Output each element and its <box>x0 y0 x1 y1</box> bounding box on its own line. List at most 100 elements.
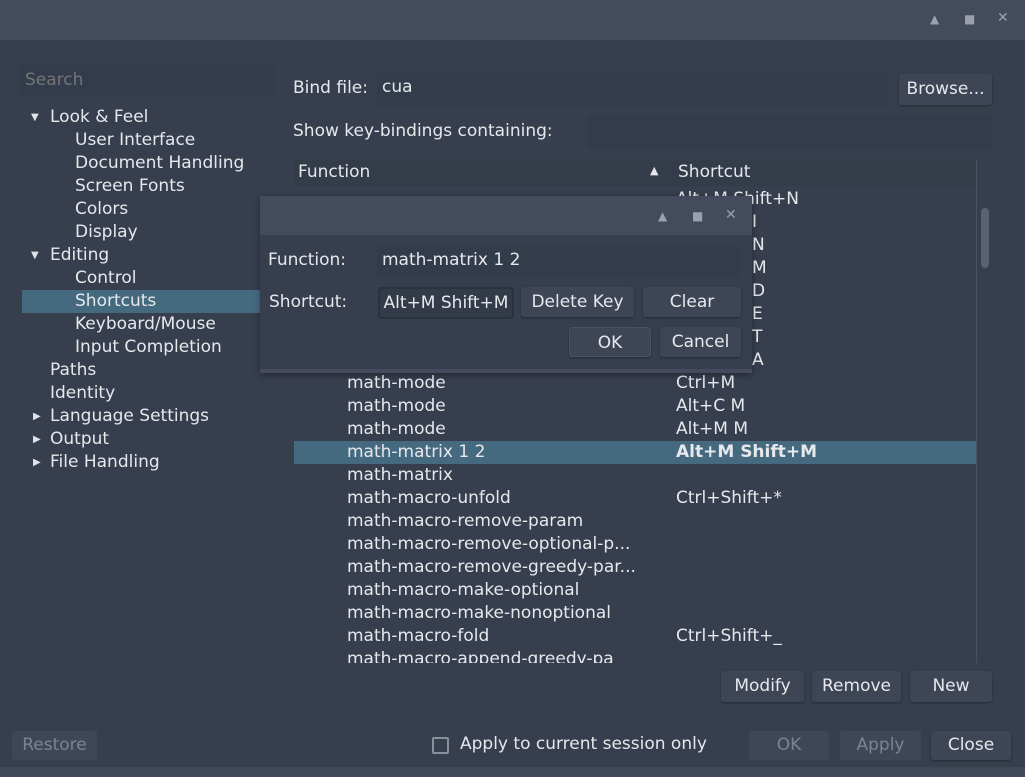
dialog-ok-button[interactable]: OK <box>569 327 651 357</box>
expand-arrow-icon[interactable]: ▼ <box>31 250 39 261</box>
status-strip <box>0 767 1025 777</box>
row-function: math-macro-append-greedy-pa <box>347 649 614 663</box>
row-shortcut: Ctrl+Shift+_ <box>676 626 782 646</box>
collapse-arrow-icon[interactable]: ▶ <box>33 411 41 422</box>
new-button[interactable]: New <box>910 671 992 702</box>
maximize-icon[interactable]: ■ <box>964 12 975 26</box>
table-row[interactable]: math-macro-remove-optional-p... <box>294 533 976 556</box>
tree-item[interactable]: Control <box>75 267 136 290</box>
dialog-maximize-icon[interactable]: ■ <box>692 209 703 223</box>
delete-key-button[interactable]: Delete Key <box>521 287 634 317</box>
table-row[interactable]: math-mode Ctrl+M <box>294 372 976 395</box>
remove-button[interactable]: Remove <box>812 671 901 702</box>
table-row[interactable]: math-mode Alt+M M <box>294 418 976 441</box>
row-shortcut: Ctrl+M <box>676 373 736 393</box>
tree-item[interactable]: Paths <box>50 359 96 382</box>
filter-label: Show key-bindings containing: <box>293 121 553 141</box>
dialog-titlebar <box>260 196 752 235</box>
close-icon[interactable]: ✕ <box>997 10 1009 26</box>
modify-button[interactable]: Modify <box>721 671 804 702</box>
row-function: math-macro-fold <box>347 626 490 646</box>
sort-ascending-icon: ▲ <box>650 164 659 177</box>
row-function: math-macro-make-nonoptional <box>347 603 611 623</box>
table-row[interactable]: math-macro-remove-param <box>294 510 976 533</box>
bind-file-input[interactable]: cua <box>377 72 889 106</box>
tree-item[interactable]: Identity <box>50 382 115 405</box>
tree-item[interactable]: Colors <box>75 198 128 221</box>
row-function: math-macro-make-optional <box>347 580 580 600</box>
hidden-row-shortcut: M <box>752 258 767 278</box>
expand-arrow-icon[interactable]: ▼ <box>31 112 39 123</box>
dialog-close-icon[interactable]: ✕ <box>725 207 737 223</box>
row-function: math-matrix <box>347 465 453 485</box>
row-shortcut: Alt+M M <box>676 419 749 439</box>
filter-input[interactable] <box>587 116 991 148</box>
tree-item[interactable]: Input Completion <box>75 336 222 359</box>
browse-button[interactable]: Browse... <box>899 74 992 105</box>
hidden-row-shortcut: D <box>752 281 766 301</box>
bind-file-label: Bind file: <box>293 78 368 98</box>
row-function: math-macro-unfold <box>347 488 511 508</box>
row-function: math-macro-remove-param <box>347 511 584 531</box>
tree-item[interactable]: Display <box>75 221 138 244</box>
hidden-row-shortcut: A <box>752 350 764 370</box>
hidden-row-shortcut: E <box>752 304 763 324</box>
tree-item[interactable]: Screen Fonts <box>75 175 185 198</box>
clear-button[interactable]: Clear <box>643 287 741 317</box>
table-row[interactable]: math-matrix <box>294 464 976 487</box>
table-row[interactable]: math-macro-append-greedy-pa <box>294 648 976 663</box>
hidden-row-shortcut: T <box>752 327 763 347</box>
collapse-arrow-icon[interactable]: ▶ <box>33 457 41 468</box>
tree-item[interactable]: Language Settings <box>50 405 209 428</box>
apply-button[interactable]: Apply <box>840 731 921 760</box>
tree-item[interactable]: Editing <box>50 244 109 267</box>
row-function: math-mode <box>347 373 446 393</box>
dialog-cancel-button[interactable]: Cancel <box>660 327 741 357</box>
tree-item[interactable]: User Interface <box>75 129 195 152</box>
header-shortcut[interactable]: Shortcut <box>678 162 750 182</box>
tree-item[interactable]: Document Handling <box>75 152 244 175</box>
row-function: math-macro-remove-greedy-par... <box>347 557 636 577</box>
row-shortcut: Ctrl+Shift+* <box>676 488 782 508</box>
tree-item[interactable]: Keyboard/Mouse <box>75 313 216 336</box>
table-row[interactable]: math-matrix 1 2 Alt+M Shift+M <box>294 441 976 464</box>
function-input[interactable]: math-matrix 1 2 <box>377 246 740 278</box>
tree-item[interactable]: Output <box>50 428 109 451</box>
tree-item[interactable]: Shortcuts <box>75 290 156 313</box>
bind-file-value: cua <box>382 77 413 97</box>
divider <box>976 160 977 663</box>
collapse-arrow-icon[interactable]: ▶ <box>33 434 41 445</box>
function-label: Function: <box>268 250 347 270</box>
row-shortcut: Alt+M Shift+M <box>676 442 818 462</box>
close-button[interactable]: Close <box>931 731 1011 760</box>
row-function: math-mode <box>347 419 446 439</box>
shortcut-label: Shortcut: <box>269 292 348 312</box>
restore-button[interactable]: Restore <box>12 731 97 760</box>
search-input[interactable] <box>20 63 275 97</box>
header-function[interactable]: Function <box>298 162 370 182</box>
session-only-checkbox[interactable] <box>432 737 449 754</box>
table-row[interactable]: math-macro-unfold Ctrl+Shift+* <box>294 487 976 510</box>
table-row[interactable]: math-mode Alt+C M <box>294 395 976 418</box>
table-row[interactable]: math-macro-fold Ctrl+Shift+_ <box>294 625 976 648</box>
minimize-icon[interactable]: ▲ <box>930 12 939 26</box>
session-only-label[interactable]: Apply to current session only <box>460 734 707 754</box>
row-shortcut: Alt+C M <box>676 396 746 416</box>
dialog-minimize-icon[interactable]: ▲ <box>658 209 667 223</box>
row-function: math-matrix 1 2 <box>347 442 486 462</box>
table-row[interactable]: math-macro-make-optional <box>294 579 976 602</box>
table-row[interactable]: math-macro-make-nonoptional <box>294 602 976 625</box>
tree-item[interactable]: File Handling <box>50 451 160 474</box>
ok-button[interactable]: OK <box>749 731 829 760</box>
scrollbar-thumb[interactable] <box>981 208 989 268</box>
hidden-row-shortcut: N <box>752 235 765 255</box>
hidden-row-shortcut: I <box>752 212 758 232</box>
function-value: math-matrix 1 2 <box>382 250 521 270</box>
row-function: math-mode <box>347 396 446 416</box>
tree-item[interactable]: Look & Feel <box>50 106 148 129</box>
row-function: math-macro-remove-optional-p... <box>347 534 631 554</box>
shortcut-sequence-button[interactable]: Alt+M Shift+M <box>378 287 514 319</box>
table-row[interactable]: math-macro-remove-greedy-par... <box>294 556 976 579</box>
window-titlebar <box>0 0 1025 40</box>
table-header <box>294 160 976 186</box>
